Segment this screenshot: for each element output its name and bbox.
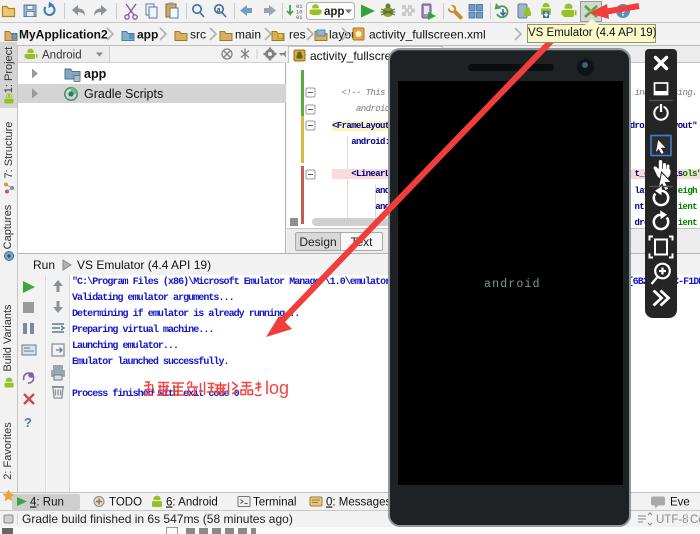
svg-text:0: Messages: 0: Messages bbox=[326, 497, 391, 509]
svg-text:4: Run: 4: Run bbox=[30, 497, 64, 509]
svg-text:app: app bbox=[137, 28, 158, 42]
svg-text:Android: Android bbox=[42, 50, 82, 62]
svg-text:Co: Co bbox=[690, 514, 700, 526]
svg-text:?: ? bbox=[24, 415, 32, 430]
svg-text:log: log bbox=[265, 379, 289, 398]
svg-text:src: src bbox=[190, 28, 206, 42]
svg-text:res: res bbox=[289, 28, 306, 42]
svg-text:Gradle build finished in 6s 54: Gradle build finished in 6s 547ms (58 mi… bbox=[22, 512, 293, 526]
svg-text:6: Android: 6: Android bbox=[166, 497, 218, 509]
svg-text:Gradle Scripts: Gradle Scripts bbox=[84, 87, 163, 101]
svg-text:app: app bbox=[84, 67, 107, 81]
svg-text:Eve: Eve bbox=[670, 497, 690, 509]
svg-text:?: ? bbox=[620, 6, 627, 18]
svg-text:app: app bbox=[324, 6, 344, 18]
svg-text:Terminal: Terminal bbox=[253, 497, 296, 509]
svg-text:UTF-8: UTF-8 bbox=[656, 514, 689, 526]
svg-text:activity_fullscreen.xml: activity_fullscreen.xml bbox=[369, 28, 486, 42]
svg-text:main: main bbox=[235, 28, 261, 42]
svg-text:a: a bbox=[217, 7, 221, 14]
svg-text:TODO: TODO bbox=[109, 497, 142, 509]
svg-text:MyApplication2: MyApplication2 bbox=[19, 28, 108, 42]
svg-text:01: 01 bbox=[296, 14, 303, 21]
